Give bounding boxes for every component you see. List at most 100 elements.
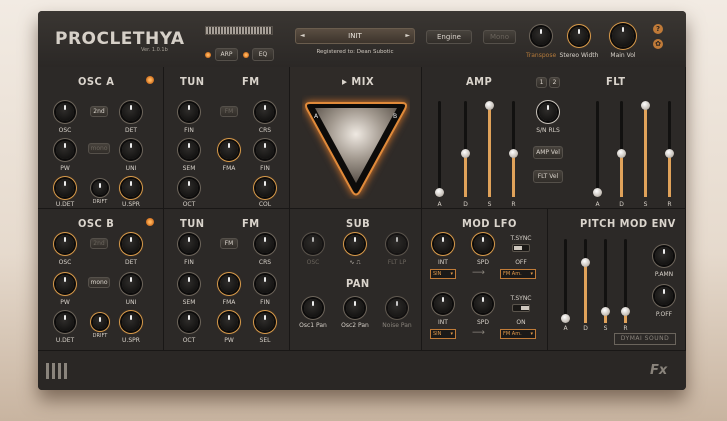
osc-b-det-knob[interactable] (122, 235, 140, 253)
engine-button[interactable]: Engine (426, 30, 472, 44)
osc-a-uni-knob[interactable] (122, 141, 140, 159)
noise-pan-knob[interactable] (388, 299, 406, 317)
flt-r-slider[interactable] (665, 101, 674, 197)
preset-selector[interactable]: ◄ INIT ► (295, 28, 415, 44)
amp-a-slider[interactable] (435, 101, 444, 197)
fm-b-pw-knob[interactable] (220, 313, 238, 331)
pitch-slider-thumb[interactable] (581, 257, 590, 267)
flt-slider-thumb[interactable] (593, 188, 602, 197)
fm-a-crs-knob[interactable] (256, 103, 274, 121)
tun-b-fin-knob[interactable] (180, 235, 198, 253)
tun-a-oct-knob[interactable] (180, 179, 198, 197)
amp-r-slider[interactable] (509, 101, 518, 197)
osc-a-udet-knob[interactable] (56, 179, 74, 197)
amp-slider-thumb[interactable] (461, 148, 470, 158)
fm-a-toggle-button[interactable]: FM (220, 106, 238, 117)
main-vol-knob[interactable] (612, 25, 634, 47)
dropdown-arrow-icon: ▾ (530, 271, 533, 277)
osc-b-uni-knob[interactable] (122, 275, 140, 293)
flt-d-slider[interactable] (617, 101, 626, 197)
p-amn-knob[interactable] (655, 247, 673, 265)
osc-a-mono-button[interactable]: mono (88, 143, 110, 154)
pitch-s-label: S (603, 325, 608, 332)
osc-a-2nd-button[interactable]: 2nd (90, 106, 108, 117)
stereo-width-knob[interactable] (570, 27, 588, 45)
lfo2-int-knob[interactable] (434, 295, 452, 313)
flt-tab-2[interactable]: 2 (549, 77, 560, 88)
lfo2-tsync-toggle[interactable] (512, 304, 530, 312)
pitch-d-slider[interactable] (581, 239, 590, 323)
amp-s-slider[interactable] (485, 101, 494, 197)
sin-rls-knob[interactable] (539, 103, 557, 121)
lfo2-target-select[interactable]: FM Am. ▾ (500, 329, 536, 339)
pitch-r-slider[interactable] (621, 239, 630, 323)
pitch-slider-thumb[interactable] (561, 314, 570, 323)
fm-b-fin-knob[interactable] (256, 275, 274, 293)
amp-slider-thumb[interactable] (509, 148, 518, 158)
osc-a-osc-knob[interactable] (56, 103, 74, 121)
help-icon[interactable]: ? (653, 24, 663, 34)
pitch-a-slider[interactable] (561, 239, 570, 323)
preset-next-icon[interactable]: ► (405, 32, 410, 39)
tun-b-oct-knob[interactable] (180, 313, 198, 331)
osc-b-osc-knob[interactable] (56, 235, 74, 253)
arp-button[interactable]: ARP (215, 48, 238, 61)
tun-a-sem-knob[interactable] (180, 141, 198, 159)
flt-a-slider[interactable] (593, 101, 602, 197)
lfo1-spd-knob[interactable] (474, 235, 492, 253)
eq-button[interactable]: EQ (252, 48, 274, 61)
transpose-knob[interactable] (532, 27, 550, 45)
osc-b-2nd-button[interactable]: 2nd (90, 238, 108, 249)
fm-b-crs-knob[interactable] (256, 235, 274, 253)
osc2-pan-knob[interactable] (346, 299, 364, 317)
settings-icon[interactable]: ✿ (653, 39, 663, 49)
osc-b-pw-knob[interactable] (56, 275, 74, 293)
sub-level-knob[interactable] (346, 235, 364, 253)
menu-grip-icon[interactable] (46, 363, 68, 379)
osc-a-drift-knob[interactable] (93, 181, 107, 195)
pitch-slider-thumb[interactable] (621, 306, 630, 316)
pitch-s-slider[interactable] (601, 239, 610, 323)
mix-triangle-pad[interactable] (302, 95, 410, 199)
osc-b-power-icon[interactable] (146, 218, 154, 226)
tun-a-fin-knob[interactable] (180, 103, 198, 121)
fm-a-col-knob[interactable] (256, 179, 274, 197)
lfo1-int-knob[interactable] (434, 235, 452, 253)
lfo1-target-select[interactable]: FM Am. ▾ (500, 269, 536, 279)
lfo1-shape-select[interactable]: SIN ▾ (430, 269, 456, 279)
osc-a-pw-knob[interactable] (56, 141, 74, 159)
fm-a-fin-knob[interactable] (256, 141, 274, 159)
mono-button[interactable]: Mono (483, 30, 516, 44)
fm-a-fma-knob[interactable] (220, 141, 238, 159)
osc-b-udet-knob[interactable] (56, 313, 74, 331)
pitch-slider-thumb[interactable] (601, 306, 610, 316)
sub-osc-knob[interactable] (304, 235, 322, 253)
fm-b-sel-knob[interactable] (256, 313, 274, 331)
flt-slider-thumb[interactable] (641, 101, 650, 110)
osc-b-uspr-knob[interactable] (122, 313, 140, 331)
amp-d-slider[interactable] (461, 101, 470, 197)
osc1-pan-knob[interactable] (304, 299, 322, 317)
amp-vel-button[interactable]: AMP Vel (533, 146, 563, 159)
lfo1-tsync-toggle[interactable] (512, 244, 530, 252)
lfo2-spd-knob[interactable] (474, 295, 492, 313)
fm-b-toggle-button[interactable]: FM (220, 238, 238, 249)
flt-s-slider[interactable] (641, 101, 650, 197)
osc-a-det-knob[interactable] (122, 103, 140, 121)
flt-slider-thumb[interactable] (665, 148, 674, 158)
lfo2-shape-select[interactable]: SIN ▾ (430, 329, 456, 339)
fx-button[interactable]: Fx (650, 363, 667, 378)
amp-slider-thumb[interactable] (485, 101, 494, 110)
tun-b-sem-knob[interactable] (180, 275, 198, 293)
flt-vel-button[interactable]: FLT Vel (533, 170, 563, 183)
flt-slider-thumb[interactable] (617, 148, 626, 158)
osc-b-mono-button[interactable]: mono (88, 277, 110, 288)
p-off-knob[interactable] (655, 287, 673, 305)
flt-tab-1[interactable]: 1 (536, 77, 547, 88)
osc-a-power-icon[interactable] (146, 76, 154, 84)
amp-slider-thumb[interactable] (435, 188, 444, 197)
osc-b-drift-knob[interactable] (93, 315, 107, 329)
osc-a-uspr-knob[interactable] (122, 179, 140, 197)
fm-b-fma-knob[interactable] (220, 275, 238, 293)
sub-flt-lp-knob[interactable] (388, 235, 406, 253)
